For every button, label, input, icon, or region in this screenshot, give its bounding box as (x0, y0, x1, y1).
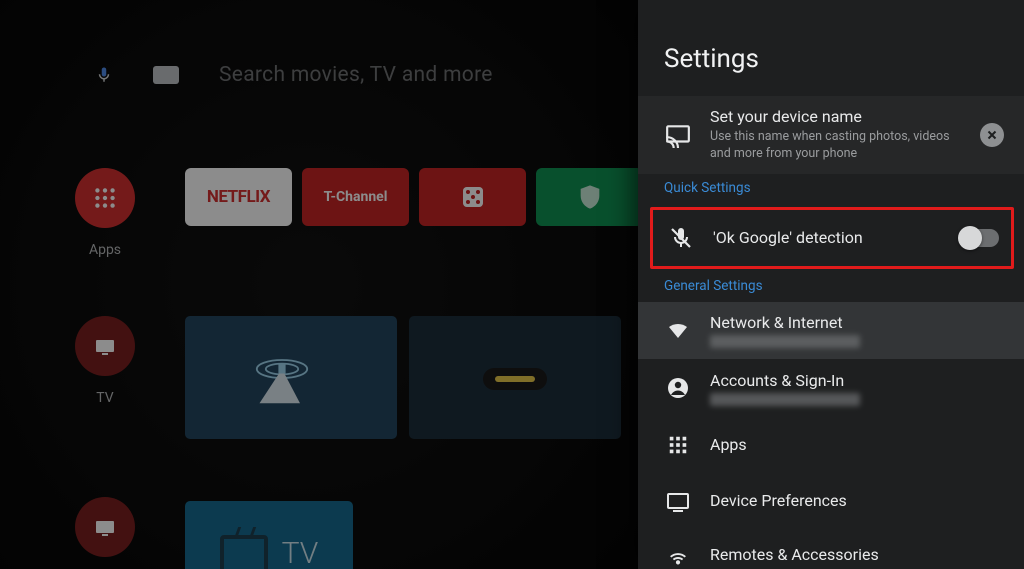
highlight-box: 'Ok Google' detection (650, 207, 1014, 269)
tv-glyph-icon (220, 535, 268, 569)
tv-circle-icon-2 (75, 497, 135, 557)
row-device-preferences[interactable]: Device Preferences (638, 473, 1024, 529)
monitor-icon (664, 493, 692, 509)
device-name-title: Set your device name (710, 107, 962, 126)
content-tile[interactable] (185, 316, 397, 439)
content-tile-tv[interactable]: TV (185, 501, 353, 569)
app-tile-security[interactable] (536, 168, 643, 226)
row-remotes-accessories[interactable]: Remotes & Accessories (638, 529, 1024, 569)
tv-circle-icon (75, 316, 135, 376)
apps-label: Apps (710, 435, 1004, 454)
ok-google-toggle[interactable] (959, 229, 999, 247)
mic-off-icon (667, 226, 695, 250)
remotes-label: Remotes & Accessories (710, 545, 1004, 564)
app-tile-netflix[interactable]: NETFLIX (185, 168, 292, 226)
device-name-sub: Use this name when casting photos, video… (710, 129, 962, 163)
microphone-icon (95, 62, 113, 88)
rail-tv-button[interactable]: TV (75, 316, 135, 406)
app-tiles: NETFLIX T-Channel (185, 168, 643, 226)
account-icon (664, 376, 692, 400)
row-network-internet[interactable]: Network & Internet (638, 302, 1024, 360)
rail-label-apps: Apps (89, 242, 121, 258)
cast-icon (664, 122, 692, 148)
remote-icon (664, 544, 692, 566)
row-ok-google-detection[interactable]: 'Ok Google' detection (653, 210, 1011, 266)
apps-icon (664, 434, 692, 456)
accounts-sub-blurred (710, 393, 860, 406)
row-set-device-name[interactable]: Set your device name Use this name when … (638, 96, 1024, 174)
accounts-label: Accounts & Sign-In (710, 371, 1004, 390)
tv-tile-label: TV (282, 536, 319, 569)
settings-panel: Settings Set your device name Use this n… (638, 0, 1024, 569)
keyboard-icon (153, 66, 179, 84)
close-icon[interactable] (980, 123, 1004, 147)
row-accounts-signin[interactable]: Accounts & Sign-In (638, 359, 1024, 417)
app-tile-game[interactable] (419, 168, 526, 226)
rail-label-tv: TV (96, 390, 113, 406)
section-general-settings: General Settings (638, 272, 1024, 302)
rail-tv-button-2[interactable]: TV (75, 497, 135, 569)
android-tv-screen: Search movies, TV and more Apps NETFLIX … (0, 0, 1024, 569)
row-apps[interactable]: Apps (638, 417, 1024, 473)
device-prefs-label: Device Preferences (710, 491, 1004, 510)
apps-grid-icon (75, 168, 135, 228)
wifi-icon (664, 318, 692, 342)
settings-title: Settings (638, 44, 1024, 96)
network-label: Network & Internet (710, 313, 1004, 332)
section-quick-settings: Quick Settings (638, 174, 1024, 204)
network-sub-blurred (710, 335, 860, 348)
app-tile-tchannel[interactable]: T-Channel (302, 168, 409, 226)
content-tiles (185, 316, 621, 439)
rail-apps-button[interactable]: Apps (75, 168, 135, 258)
search-placeholder: Search movies, TV and more (219, 63, 493, 87)
content-tile[interactable] (409, 316, 621, 439)
ok-google-label: 'Ok Google' detection (713, 228, 941, 247)
